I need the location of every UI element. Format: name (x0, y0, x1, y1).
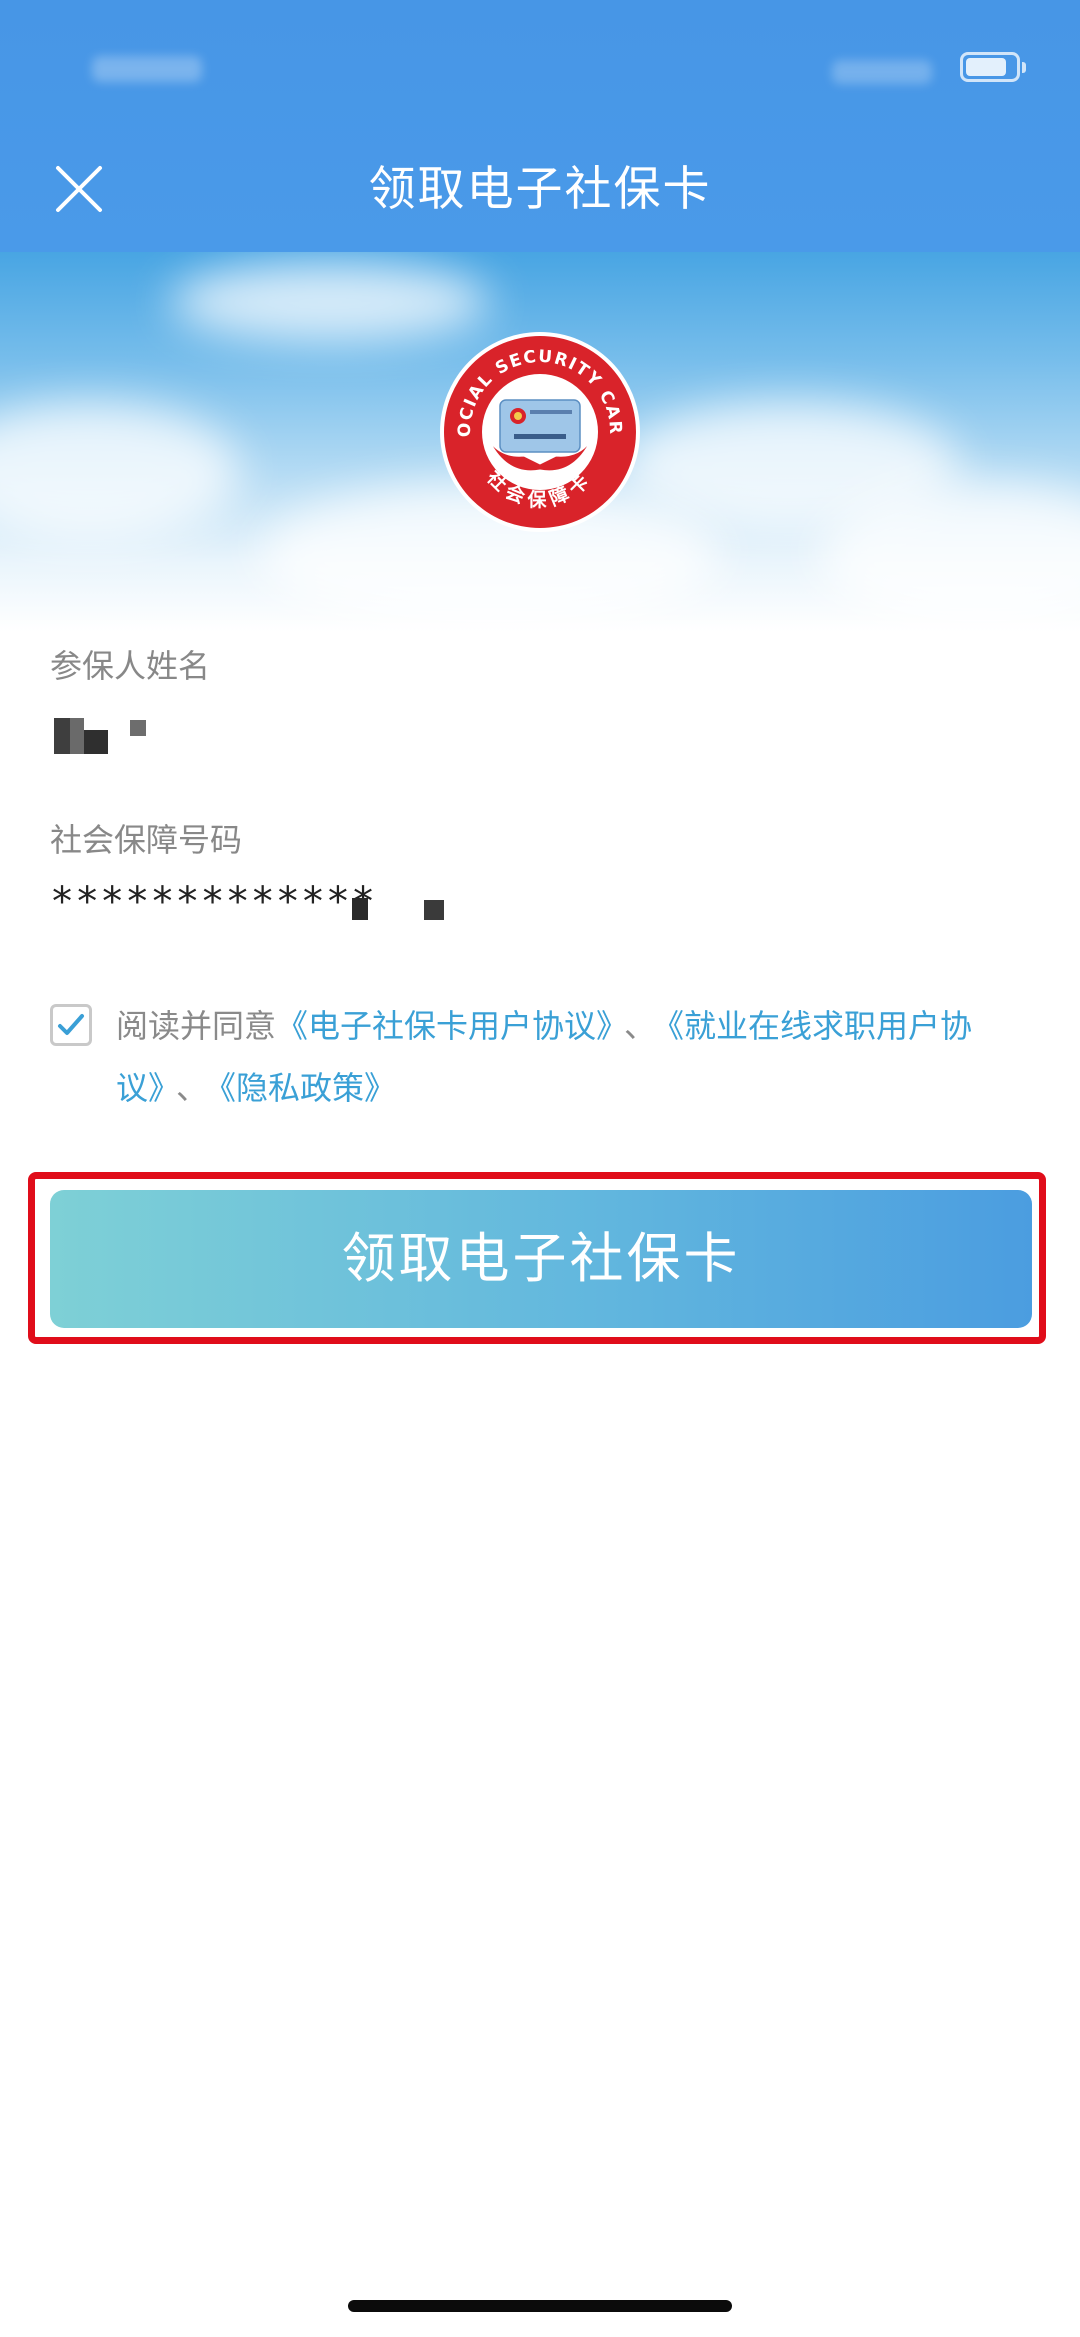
battery-icon (960, 52, 1026, 82)
social-security-card-icon: SOCIAL SECURITY CARD 社会保障卡 (430, 315, 640, 532)
job-agreement-link-continued[interactable]: 议》 (116, 1069, 164, 1107)
job-agreement-link[interactable]: 《就业在线求职用户协 (668, 1007, 972, 1045)
check-icon (58, 1014, 84, 1035)
cloud-shape (0, 402, 240, 542)
agreement-text-line1: 阅读并同意《电子社保卡用户协议》、《就业在线求职用户协 (116, 1004, 972, 1048)
claim-card-button[interactable]: 领取电子社保卡 (50, 1190, 1032, 1328)
separator: 、 (176, 1069, 209, 1107)
name-label: 参保人姓名 (50, 647, 211, 685)
social-security-logo: SOCIAL SECURITY CARD 社会保障卡 (430, 315, 642, 534)
agree-checkbox[interactable] (50, 1004, 92, 1046)
signal-icon (832, 60, 932, 84)
separator: 、 (624, 1007, 657, 1045)
page-title: 领取电子社保卡 (368, 162, 712, 217)
privacy-policy-link[interactable]: 《隐私政策》 (220, 1069, 396, 1107)
app-header: 领取电子社保卡 (0, 0, 1080, 252)
ssn-value: ************* (50, 879, 377, 925)
status-time (92, 56, 202, 82)
home-indicator (348, 2300, 732, 2312)
user-agreement-link[interactable]: 《电子社保卡用户协议》 (276, 1007, 612, 1045)
agreement-prefix: 阅读并同意 (116, 1007, 277, 1045)
agreement-text-line2: 议》、《隐私政策》 (116, 1066, 396, 1110)
ssn-label: 社会保障号码 (50, 821, 243, 859)
